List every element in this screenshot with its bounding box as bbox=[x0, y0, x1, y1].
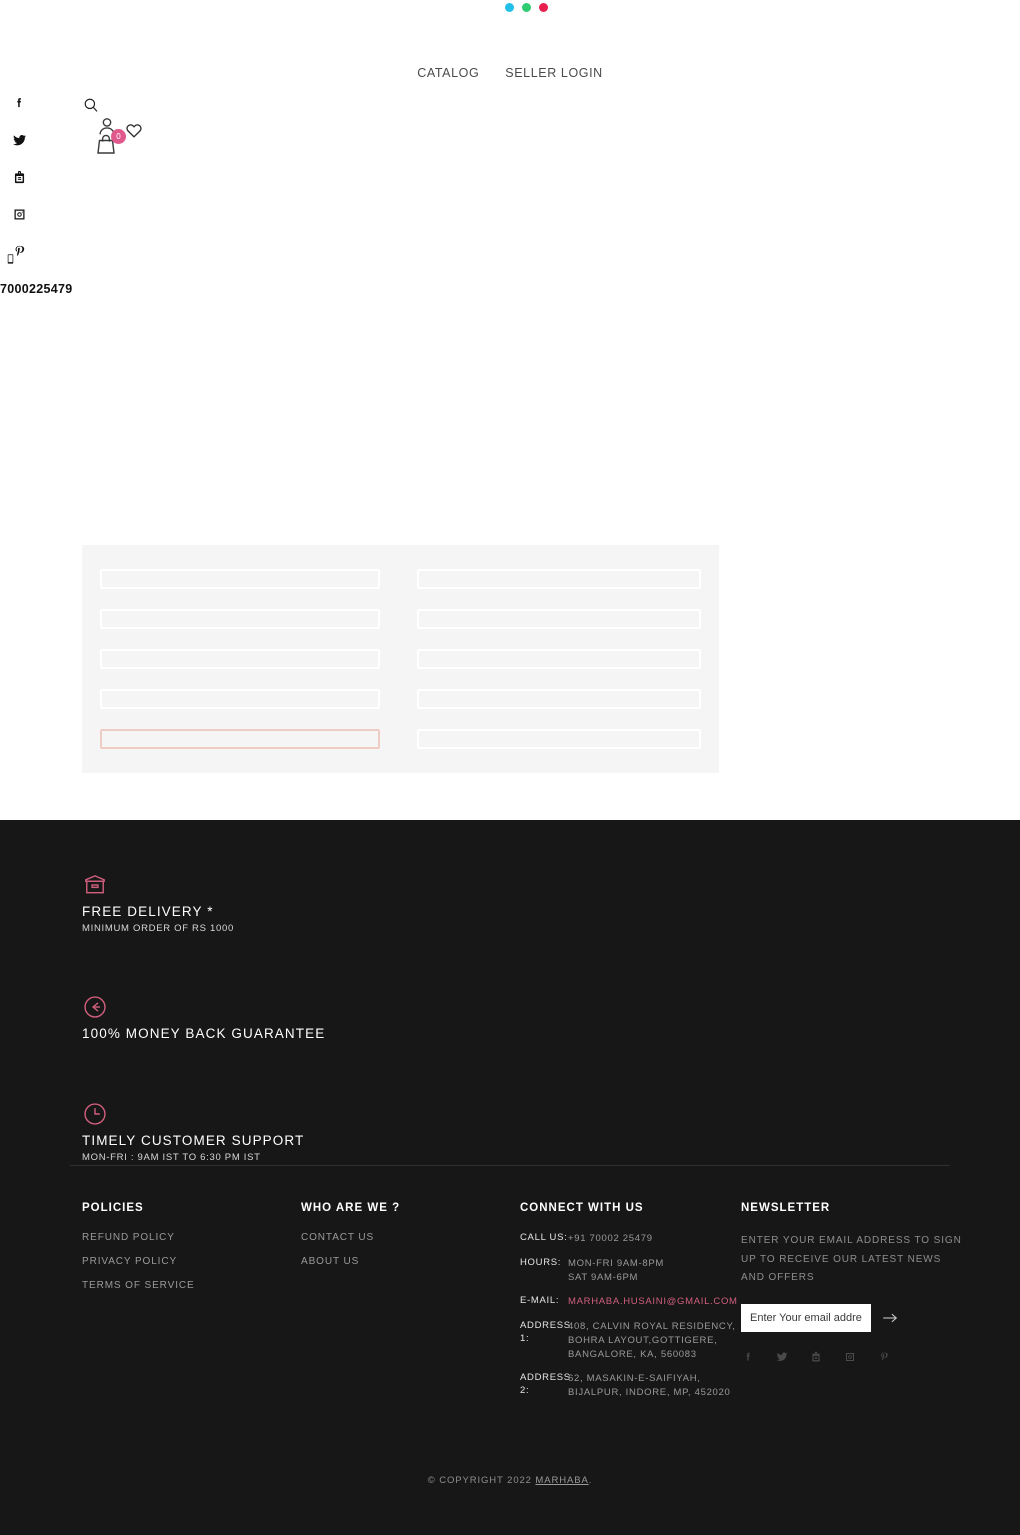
dot-red bbox=[539, 3, 548, 12]
feature-money-back: 100% MONEY BACK GUARANTEE bbox=[82, 994, 682, 1041]
site-footer: FREE DELIVERY * MINIMUM ORDER OF RS 1000… bbox=[0, 820, 1020, 1535]
main-navigation: CATALOG SELLER LOGIN bbox=[0, 66, 1020, 80]
feature-subtitle: MINIMUM ORDER OF RS 1000 bbox=[82, 923, 234, 934]
newsletter-form bbox=[741, 1303, 962, 1332]
footer-column-newsletter: NEWSLETTER ENTER YOUR EMAIL ADDRESS TO S… bbox=[741, 1202, 962, 1411]
feature-free-delivery: FREE DELIVERY * MINIMUM ORDER OF RS 1000 bbox=[82, 872, 682, 934]
feature-subtitle: MON-FRI : 9AM IST TO 6:30 PM IST bbox=[82, 1152, 261, 1163]
pinterest-icon[interactable] bbox=[877, 1350, 891, 1364]
contact-line: BOHRA LAYOUT,GOTTIGERE, bbox=[568, 1334, 718, 1346]
copyright-prefix: © COPYRIGHT 2022 bbox=[427, 1475, 536, 1486]
phone-number[interactable]: 7000225479 bbox=[0, 282, 73, 296]
instagram-icon[interactable] bbox=[8, 203, 30, 225]
footer-link-about-us[interactable]: ABOUT US bbox=[301, 1256, 520, 1267]
instagram-icon[interactable] bbox=[843, 1350, 857, 1364]
page-root: CATALOG SELLER LOGIN 7000225479 0 FREE D… bbox=[0, 0, 1020, 1535]
contact-value: 62, MASAKIN-E-SAIFIYAH, BIJALPUR, INDORE… bbox=[568, 1372, 731, 1400]
footer-columns: POLICIES REFUND POLICY PRIVACY POLICY TE… bbox=[82, 1202, 962, 1411]
contact-line: BIJALPUR, INDORE, MP, 452020 bbox=[568, 1387, 731, 1399]
youtube-icon[interactable] bbox=[8, 166, 30, 188]
feature-title: FREE DELIVERY * bbox=[82, 904, 214, 919]
contact-row-email: E-MAIL: MARHABA.HUSAINI@GMAIL.COM bbox=[520, 1295, 741, 1309]
facebook-icon[interactable] bbox=[741, 1350, 755, 1364]
contact-value: +91 70002 25479 bbox=[568, 1232, 653, 1246]
column-heading: CONNECT WITH US bbox=[520, 1202, 644, 1214]
nav-item-seller-login[interactable]: SELLER LOGIN bbox=[505, 66, 603, 80]
contact-row-address-2: ADDRESS 2: 62, MASAKIN-E-SAIFIYAH, BIJAL… bbox=[520, 1372, 741, 1400]
contact-line: 62, MASAKIN-E-SAIFIYAH, bbox=[568, 1373, 701, 1385]
window-status-dots bbox=[505, 3, 548, 12]
youtube-icon[interactable] bbox=[809, 1350, 823, 1364]
copyright: © COPYRIGHT 2022 MARHABA. bbox=[0, 1475, 1020, 1486]
contact-row-hours: HOURS: MON-FRI 9AM-8PM SAT 9AM-6PM bbox=[520, 1257, 741, 1285]
heart-icon[interactable] bbox=[124, 120, 144, 145]
contact-row-address-1: ADDRESS 1: 408, CALVIN ROYAL RESIDENCY, … bbox=[520, 1320, 741, 1361]
form-field-10[interactable] bbox=[417, 729, 701, 749]
feature-title: 100% MONEY BACK GUARANTEE bbox=[82, 1026, 326, 1041]
contact-value: MON-FRI 9AM-8PM SAT 9AM-6PM bbox=[568, 1257, 664, 1285]
form-field-3[interactable] bbox=[100, 609, 380, 629]
contact-line: SAT 9AM-6PM bbox=[568, 1271, 639, 1283]
contact-line: BANGALORE, KA, 560083 bbox=[568, 1348, 697, 1360]
column-heading: NEWSLETTER bbox=[741, 1202, 831, 1214]
contact-line[interactable]: MARHABA.HUSAINI@GMAIL.COM bbox=[568, 1295, 738, 1309]
footer-link-privacy-policy[interactable]: PRIVACY POLICY bbox=[82, 1256, 301, 1267]
form-field-8[interactable] bbox=[417, 689, 701, 709]
facebook-icon[interactable] bbox=[8, 92, 30, 114]
twitter-icon[interactable] bbox=[775, 1350, 789, 1364]
form-field-4[interactable] bbox=[417, 609, 701, 629]
contact-label: ADDRESS 2: bbox=[520, 1372, 571, 1397]
form-field-9[interactable] bbox=[100, 729, 380, 749]
newsletter-description: ENTER YOUR EMAIL ADDRESS TO SIGN UP TO R… bbox=[741, 1235, 962, 1283]
form-panel bbox=[82, 545, 719, 773]
contact-label: CALL US: bbox=[520, 1232, 568, 1243]
phone-block bbox=[5, 248, 25, 270]
box-delivery-icon bbox=[82, 872, 108, 898]
newsletter-email-input[interactable] bbox=[741, 1303, 871, 1332]
feature-title: TIMELY CUSTOMER SUPPORT bbox=[82, 1133, 305, 1148]
feature-list: FREE DELIVERY * MINIMUM ORDER OF RS 1000… bbox=[82, 872, 682, 1223]
copyright-brand-link[interactable]: MARHABA bbox=[535, 1475, 588, 1486]
mobile-phone-icon bbox=[5, 248, 25, 270]
footer-column-policies: POLICIES REFUND POLICY PRIVACY POLICY TE… bbox=[82, 1202, 301, 1411]
contact-label: ADDRESS 1: bbox=[520, 1320, 571, 1344]
form-grid bbox=[100, 569, 701, 749]
contact-value: 408, CALVIN ROYAL RESIDENCY, BOHRA LAYOU… bbox=[568, 1320, 736, 1361]
contact-label: E-MAIL: bbox=[520, 1295, 560, 1307]
column-heading: POLICIES bbox=[82, 1202, 144, 1214]
dot-green bbox=[522, 3, 531, 12]
contact-label: HOURS: bbox=[520, 1256, 562, 1268]
footer-link-contact-us[interactable]: CONTACT US bbox=[301, 1232, 520, 1243]
search-icon[interactable] bbox=[82, 96, 100, 114]
copyright-suffix: . bbox=[588, 1475, 593, 1486]
feature-customer-support: TIMELY CUSTOMER SUPPORT MON-FRI : 9AM IS… bbox=[82, 1101, 682, 1163]
form-field-6[interactable] bbox=[417, 649, 701, 669]
arrow-right-icon[interactable] bbox=[881, 1309, 899, 1327]
nav-item-catalog[interactable]: CATALOG bbox=[417, 66, 479, 80]
footer-link-terms-of-service[interactable]: TERMS OF SERVICE bbox=[82, 1280, 301, 1291]
form-field-5[interactable] bbox=[100, 649, 380, 669]
contact-line: 408, CALVIN ROYAL RESIDENCY, bbox=[568, 1321, 736, 1333]
footer-divider bbox=[70, 1165, 950, 1166]
form-field-2[interactable] bbox=[417, 569, 701, 589]
form-field-7[interactable] bbox=[100, 689, 380, 709]
social-rail bbox=[8, 92, 30, 262]
footer-column-connect: CONNECT WITH US CALL US: +91 70002 25479… bbox=[520, 1202, 741, 1411]
contact-line: MON-FRI 9AM-8PM bbox=[568, 1257, 664, 1269]
utility-icons: 0 bbox=[94, 116, 154, 158]
form-field-1[interactable] bbox=[100, 569, 380, 589]
clock-icon bbox=[82, 1101, 108, 1127]
footer-link-refund-policy[interactable]: REFUND POLICY bbox=[82, 1232, 301, 1243]
twitter-icon[interactable] bbox=[8, 129, 30, 151]
newsletter-social-icons bbox=[741, 1350, 962, 1364]
arrow-left-circle-icon bbox=[82, 994, 108, 1020]
dot-cyan bbox=[505, 3, 514, 12]
footer-column-who-are-we: WHO ARE WE ? CONTACT US ABOUT US bbox=[301, 1202, 520, 1411]
contact-row-call-us: CALL US: +91 70002 25479 bbox=[520, 1232, 741, 1246]
contact-value-email[interactable]: MARHABA.HUSAINI@GMAIL.COM bbox=[568, 1295, 738, 1309]
contact-line: +91 70002 25479 bbox=[568, 1233, 653, 1244]
column-heading: WHO ARE WE ? bbox=[301, 1202, 401, 1214]
